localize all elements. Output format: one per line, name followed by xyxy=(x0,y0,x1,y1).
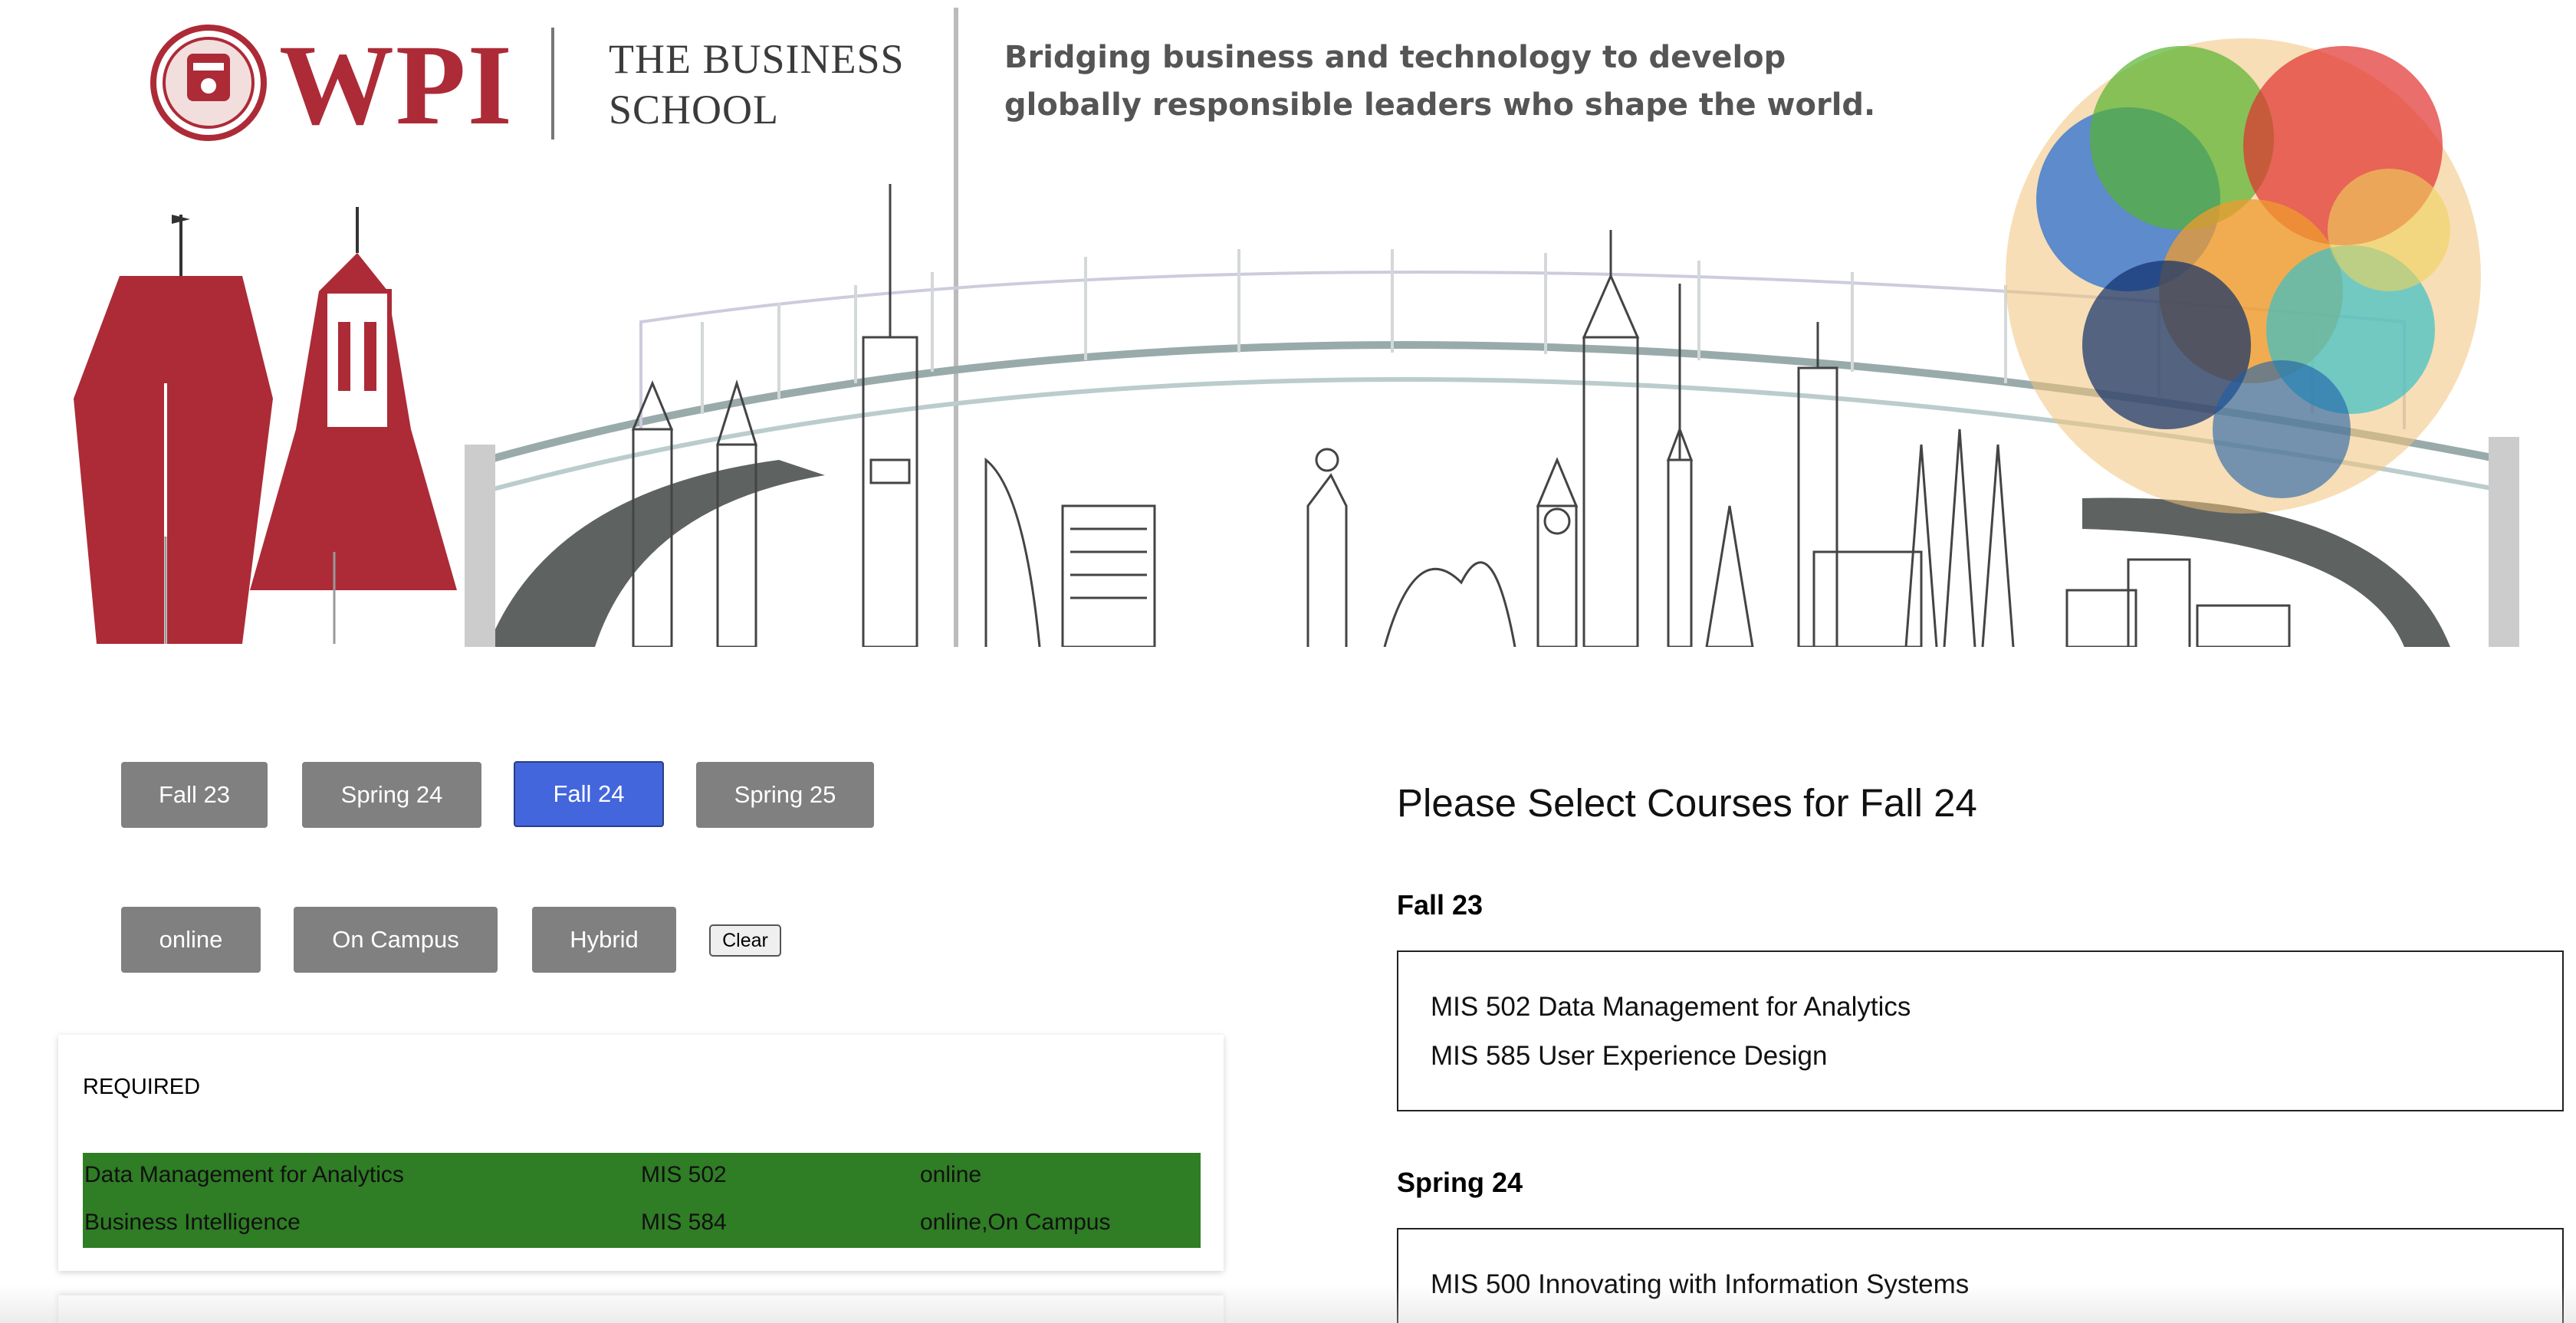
course-code: MIS 584 xyxy=(641,1210,727,1235)
term-button-fall-24[interactable]: Fall 24 xyxy=(514,761,664,827)
table-row[interactable]: Data Management for Analytics MIS 502 on… xyxy=(83,1153,1201,1200)
tagline-line-1: Bridging business and technology to deve… xyxy=(1004,40,1786,75)
term-heading-fall-23: Fall 23 xyxy=(1397,889,1484,921)
list-item[interactable]: MIS 502 Data Management for Analytics xyxy=(1431,992,1911,1023)
tagline-line-2: globally responsible leaders who shape t… xyxy=(1004,87,1876,123)
required-table: Data Management for Analytics MIS 502 on… xyxy=(83,1153,1201,1248)
school-name-line-2: SCHOOL xyxy=(609,87,780,133)
wpi-seal-icon xyxy=(150,25,267,141)
elective-panel xyxy=(58,1295,1224,1323)
required-title: REQUIRED xyxy=(83,1075,201,1099)
list-item[interactable]: MIS 500 Innovating with Information Syst… xyxy=(1431,1269,1969,1300)
wpi-logo-text: WPI xyxy=(279,21,514,149)
table-row[interactable]: Business Intelligence MIS 584 online,On … xyxy=(83,1200,1201,1248)
list-item[interactable]: MIS 585 User Experience Design xyxy=(1431,1041,1827,1072)
course-name: Data Management for Analytics xyxy=(84,1162,404,1187)
course-mode: online,On Campus xyxy=(920,1210,1111,1235)
course-name: Business Intelligence xyxy=(84,1210,301,1235)
required-panel: REQUIRED Data Management for Analytics M… xyxy=(58,1035,1224,1271)
term-button-fall-23[interactable]: Fall 23 xyxy=(121,762,268,828)
clear-button[interactable]: Clear xyxy=(709,924,781,957)
page-title: Please Select Courses for Fall 24 xyxy=(1397,781,1977,825)
selected-courses-box-spring-24: MIS 500 Innovating with Information Syst… xyxy=(1397,1228,2564,1323)
header-banner: WPI THE BUSINESS SCHOOL Bridging busines… xyxy=(12,0,2542,647)
term-button-spring-25[interactable]: Spring 25 xyxy=(696,762,874,828)
tagline: Bridging business and technology to deve… xyxy=(1004,34,1875,129)
mode-button-hybrid[interactable]: Hybrid xyxy=(532,907,676,973)
course-code: MIS 502 xyxy=(641,1162,727,1187)
term-button-spring-24[interactable]: Spring 24 xyxy=(302,762,481,828)
mode-button-on-campus[interactable]: On Campus xyxy=(294,907,498,973)
mode-button-online[interactable]: online xyxy=(121,907,261,973)
globe-icon xyxy=(2006,38,2481,514)
course-mode: online xyxy=(920,1162,982,1187)
wpi-towers-icon xyxy=(74,207,457,644)
school-name-line-1: THE BUSINESS xyxy=(609,36,905,82)
school-name: THE BUSINESS SCHOOL xyxy=(609,34,905,135)
term-heading-spring-24: Spring 24 xyxy=(1397,1167,1523,1198)
selected-courses-box-fall-23: MIS 502 Data Management for Analytics MI… xyxy=(1397,950,2564,1111)
